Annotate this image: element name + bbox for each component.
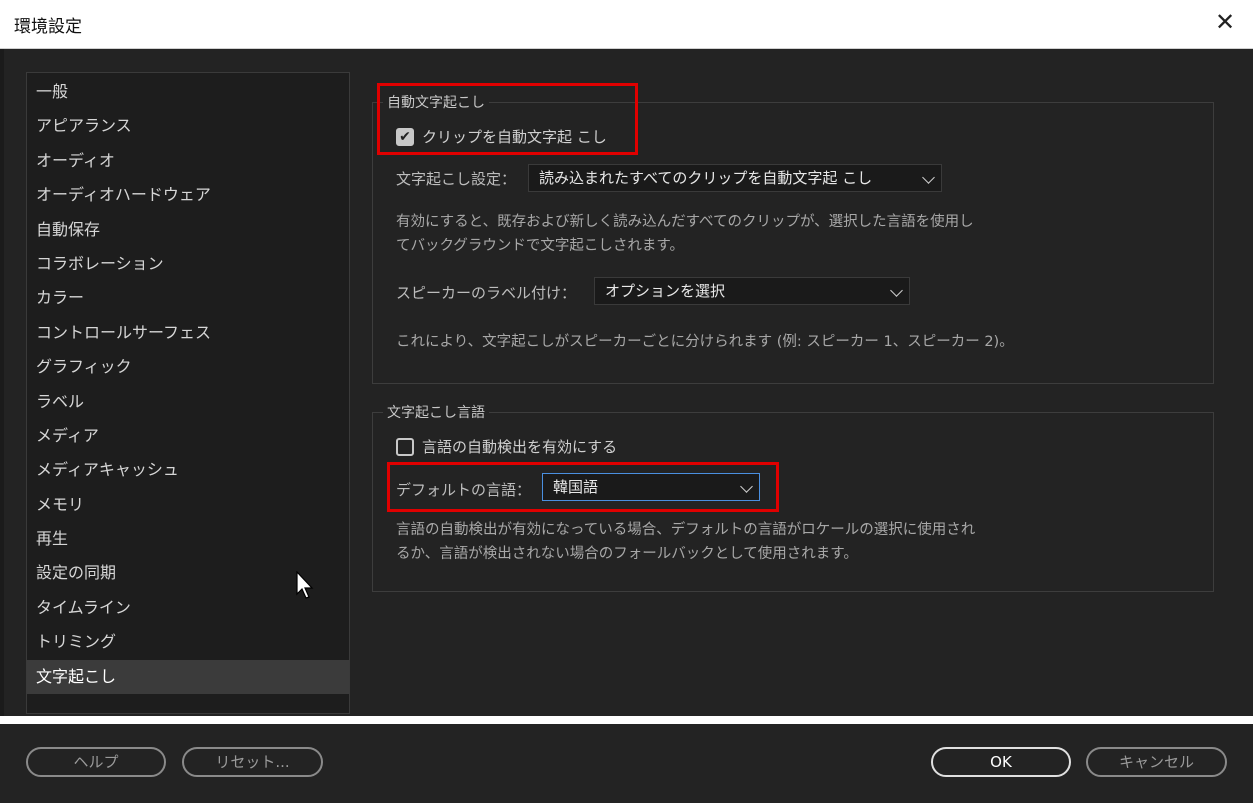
autodetect-checkbox-row[interactable]: 言語の自動検出を有効にする: [396, 436, 617, 457]
chevron-down-icon: [740, 480, 753, 493]
transcription-language-title: 文字起こし言語: [383, 402, 489, 422]
sidebar-item[interactable]: メディアキャッシュ: [27, 453, 349, 487]
dialog-footer: ヘルプ リセット... OK キャンセル: [0, 724, 1253, 803]
default-language-label: デフォルトの言語：: [396, 481, 532, 499]
speaker-label: スピーカーのラベル付け：: [396, 284, 577, 302]
sidebar-item[interactable]: メモリ: [27, 488, 349, 522]
sidebar-item[interactable]: カラー: [27, 281, 349, 315]
transcription-setting-desc-1: 有効にすると、既存および新しく読み込んだすべてのクリップが、選択した言語を使用し: [396, 214, 974, 230]
reset-button[interactable]: リセット...: [182, 747, 323, 777]
auto-transcribe-checkbox[interactable]: ✔: [396, 127, 414, 146]
cancel-button[interactable]: キャンセル: [1086, 747, 1227, 777]
sidebar-item[interactable]: コラボレーション: [27, 247, 349, 281]
transcription-setting-desc-2: てバックグラウンドで文字起こしされます。: [396, 238, 684, 254]
left-edge: [0, 49, 4, 716]
auto-transcribe-label: クリップを自動文字起 こし: [422, 128, 607, 146]
sidebar-item[interactable]: アピアランス: [27, 109, 349, 143]
title-bar: 環境設定 ✕: [0, 0, 1253, 49]
window-title: 環境設定: [14, 17, 82, 37]
sidebar-item[interactable]: トリミング: [27, 625, 349, 659]
help-button[interactable]: ヘルプ: [26, 747, 166, 777]
transcription-setting-value: 読み込まれたすべてのクリップを自動文字起 こし: [539, 169, 873, 187]
sidebar-item[interactable]: コントロールサーフェス: [27, 316, 349, 350]
autodetect-checkbox[interactable]: [396, 437, 414, 456]
transcription-setting-dropdown[interactable]: 読み込まれたすべてのクリップを自動文字起 こし: [528, 164, 942, 192]
mouse-cursor-icon: [296, 571, 314, 599]
language-desc-2: るか、言語が検出されない場合のフォールバックとして使用されます。: [396, 546, 858, 562]
default-language-dropdown[interactable]: 韓国語: [542, 473, 760, 501]
chevron-down-icon: [890, 284, 903, 297]
auto-transcribe-checkbox-row[interactable]: ✔ クリップを自動文字起 こし: [396, 126, 607, 147]
sidebar-item[interactable]: 文字起こし: [27, 659, 349, 695]
close-icon[interactable]: ✕: [1211, 8, 1239, 36]
default-language-value: 韓国語: [553, 478, 599, 496]
speaker-dropdown[interactable]: オプションを選択: [594, 277, 910, 305]
sidebar-item[interactable]: 再生: [27, 522, 349, 556]
transcription-setting-label: 文字起こし設定：: [396, 170, 517, 188]
language-desc-1: 言語の自動検出が有効になっている場合、デフォルトの言語がロケールの選択に使用され: [396, 522, 976, 538]
auto-transcription-title: 自動文字起こし: [383, 92, 489, 112]
sidebar-item[interactable]: オーディオハードウェア: [27, 178, 349, 212]
sidebar-item[interactable]: オーディオ: [27, 144, 349, 178]
chevron-down-icon: [922, 171, 935, 184]
sidebar-item[interactable]: ラベル: [27, 385, 349, 419]
sidebar-item[interactable]: 一般: [27, 75, 349, 109]
category-list: 一般 アピアランス オーディオ オーディオハードウェア 自動保存 コラボレーション カラーコ…: [26, 72, 350, 714]
speaker-value: オプションを選択: [605, 282, 726, 300]
autodetect-label: 言語の自動検出を有効にする: [422, 438, 618, 456]
footer-separator: [0, 716, 1253, 724]
sidebar-item[interactable]: 自動保存: [27, 213, 349, 247]
sidebar-item[interactable]: メディア: [27, 419, 349, 453]
speaker-desc: これにより、文字起こしがスピーカーごとに分けられます (例: スピーカー 1、ス…: [396, 334, 1014, 350]
ok-button[interactable]: OK: [931, 747, 1071, 777]
sidebar-item[interactable]: グラフィック: [27, 350, 349, 384]
